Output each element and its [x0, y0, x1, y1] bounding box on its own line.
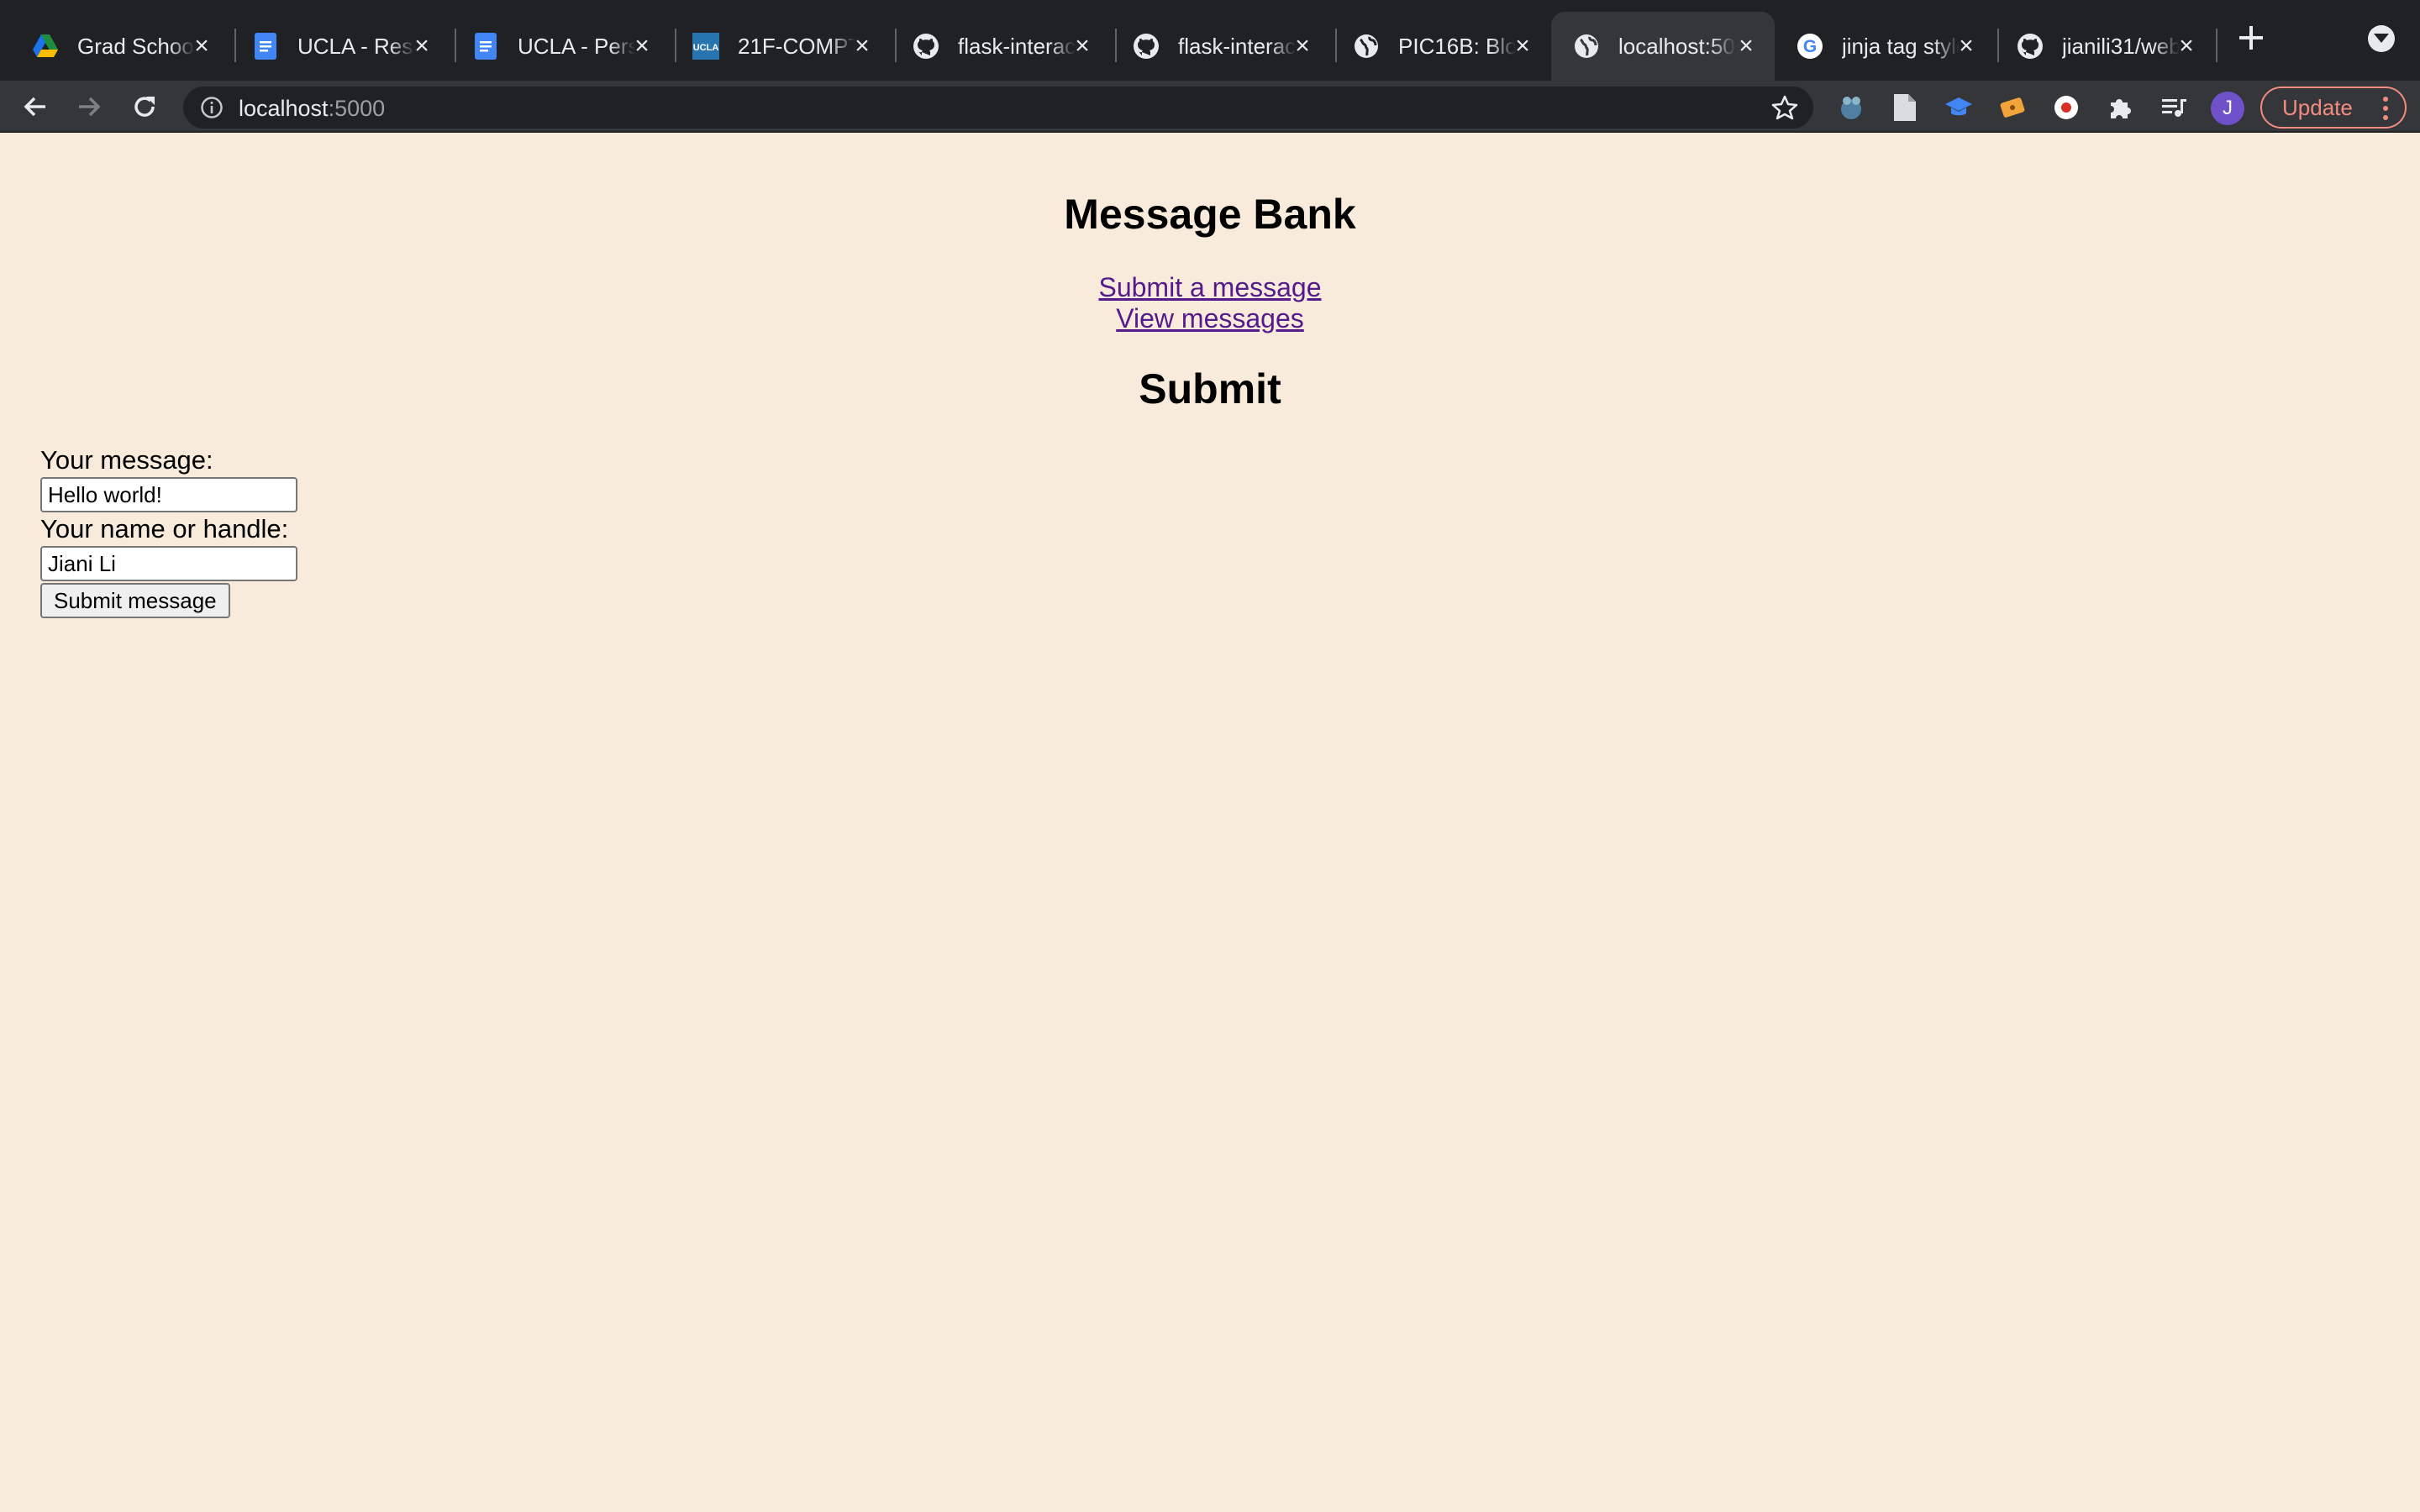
- record-extension-icon[interactable]: [2052, 93, 2081, 122]
- graduation-cap-icon[interactable]: [1944, 93, 1973, 122]
- address-bar[interactable]: localhost:5000: [183, 87, 1813, 129]
- tab-title: jianili31/web: [2062, 33, 2180, 59]
- tab-title: jinja tag style: [1842, 33, 1960, 59]
- more-vert-icon: [2383, 97, 2388, 120]
- tab-flask-interactions-1[interactable]: flask-interactions ×: [891, 12, 1111, 81]
- svg-text:G: G: [1803, 37, 1817, 56]
- tab-21f-comptng16b[interactable]: UCLA 21F-COMPTNG16B ×: [671, 12, 891, 81]
- tab-search-button[interactable]: [2368, 25, 2395, 52]
- new-tab-button[interactable]: [2235, 22, 2267, 54]
- tab-title: UCLA - Research: [297, 33, 415, 59]
- tab-ucla-personal[interactable]: UCLA - Personal ×: [450, 12, 671, 81]
- message-label: Your message:: [40, 445, 213, 475]
- submit-form: Your message: Your name or handle: Submi…: [40, 445, 297, 618]
- page-content: Message Bank Submit a message View messa…: [0, 133, 2420, 1512]
- view-messages-link[interactable]: View messages: [1116, 303, 1304, 333]
- media-queue-icon[interactable]: [2160, 93, 2188, 122]
- update-label: Update: [2282, 94, 2353, 120]
- github-icon: [913, 33, 939, 60]
- tab-jianili31-web[interactable]: jianili31/web ×: [1995, 12, 2215, 81]
- document-extension-icon[interactable]: [1891, 93, 1919, 122]
- profile-avatar[interactable]: J: [2211, 92, 2244, 125]
- tab-grad-school[interactable]: Grad School ×: [10, 12, 230, 81]
- name-input[interactable]: [40, 546, 297, 581]
- tab-title: localhost:5000: [1618, 33, 1736, 59]
- submit-message-button[interactable]: Submit message: [40, 583, 230, 618]
- arrow-right-icon: [79, 97, 101, 117]
- tab-pic16b-blog[interactable]: PIC16B: Blog ×: [1331, 12, 1551, 81]
- page-title: Message Bank: [1064, 191, 1356, 238]
- close-tab-icon[interactable]: ×: [850, 34, 874, 59]
- close-tab-icon[interactable]: ×: [1291, 34, 1314, 59]
- google-drive-icon: [32, 33, 59, 60]
- github-icon: [2017, 33, 2044, 60]
- name-label: Your name or handle:: [40, 514, 289, 543]
- google-docs-icon: [252, 33, 279, 60]
- close-tab-icon[interactable]: ×: [190, 34, 213, 59]
- tab-title: PIC16B: Blog: [1398, 33, 1516, 59]
- close-tab-icon[interactable]: ×: [1734, 34, 1758, 59]
- close-tab-icon[interactable]: ×: [2175, 34, 2198, 59]
- tab-ucla-research[interactable]: UCLA - Research ×: [230, 12, 450, 81]
- tab-title: flask-interactions: [958, 33, 1076, 59]
- close-tab-icon[interactable]: ×: [410, 34, 434, 59]
- back-button[interactable]: [18, 90, 52, 123]
- message-input[interactable]: [40, 477, 297, 512]
- tab-strip: Grad School × UCLA - Research × UCLA - P…: [0, 0, 2420, 81]
- tab-title: flask-interactions: [1178, 33, 1296, 59]
- ticket-extension-icon[interactable]: [1998, 93, 2027, 122]
- close-tab-icon[interactable]: ×: [1954, 34, 1978, 59]
- info-icon[interactable]: [200, 96, 224, 119]
- bookmark-star-icon[interactable]: [1771, 94, 1798, 121]
- google-icon: G: [1797, 33, 1823, 60]
- svg-text:UCLA: UCLA: [693, 43, 719, 53]
- address-url[interactable]: localhost:5000: [239, 96, 385, 122]
- ucla-icon: UCLA: [692, 33, 719, 60]
- close-tab-icon[interactable]: ×: [1511, 34, 1534, 59]
- tab-title: UCLA - Personal: [518, 33, 635, 59]
- github-icon: [1133, 33, 1160, 60]
- tab-title: Grad School: [77, 33, 195, 59]
- plus-icon: [2239, 26, 2263, 50]
- globe-icon: [1353, 33, 1380, 60]
- tab-jinja-tag-style[interactable]: G jinja tag style ×: [1775, 12, 1995, 81]
- google-docs-icon: [472, 33, 499, 60]
- update-button[interactable]: Update: [2260, 87, 2407, 129]
- submit-message-link[interactable]: Submit a message: [1098, 272, 1321, 302]
- tab-localhost-active[interactable]: localhost:5000 ×: [1551, 12, 1775, 81]
- browser-toolbar: localhost:5000 J Update: [0, 81, 2420, 133]
- reload-button[interactable]: [128, 90, 161, 123]
- close-tab-icon[interactable]: ×: [1071, 34, 1094, 59]
- reload-icon: [134, 97, 155, 117]
- arrow-left-icon: [24, 97, 45, 117]
- tab-divider: [2216, 29, 2217, 62]
- globe-icon: [1573, 33, 1600, 60]
- tab-title: 21F-COMPTNG16B: [738, 33, 855, 59]
- address-port: :5000: [328, 96, 386, 121]
- forward-button[interactable]: [72, 90, 106, 123]
- puzzle-icon[interactable]: [2106, 93, 2134, 122]
- close-tab-icon[interactable]: ×: [630, 34, 654, 59]
- site-nav: Submit a message View messages: [0, 272, 2420, 334]
- extension-1-icon[interactable]: [1837, 93, 1865, 122]
- tab-flask-interactions-2[interactable]: flask-interactions ×: [1111, 12, 1331, 81]
- section-title: Submit: [1139, 365, 1281, 412]
- address-host: localhost: [239, 96, 329, 121]
- chevron-down-icon: [2374, 34, 2389, 43]
